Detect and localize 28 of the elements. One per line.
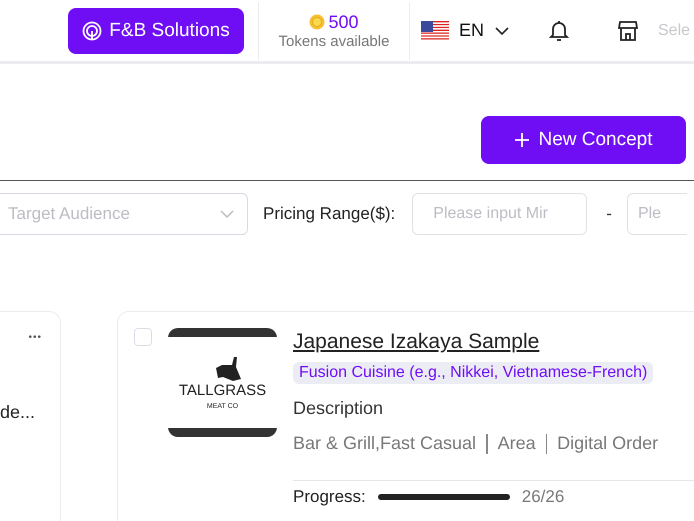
pricing-range-label: Pricing Range($):	[263, 204, 396, 224]
concept-attribute: Digital Order	[557, 433, 658, 454]
chevron-down-icon[interactable]	[494, 26, 510, 36]
min-price-input[interactable]: Please input Mir	[412, 193, 588, 235]
token-count: 500	[328, 12, 359, 32]
store-icon[interactable]	[616, 18, 640, 42]
more-options-button[interactable]: •••	[28, 332, 42, 343]
chevron-down-icon	[219, 209, 235, 219]
description-label: Description	[293, 398, 384, 419]
radar-icon	[82, 20, 102, 40]
plus-icon	[514, 132, 530, 148]
us-flag-icon	[421, 20, 449, 40]
range-separator: -	[606, 204, 612, 224]
concept-title[interactable]: Japanese Izakaya Sample	[293, 330, 540, 354]
tokens-label: Tokens available	[278, 32, 390, 50]
brand-button[interactable]: F&B Solutions	[68, 8, 244, 54]
cuisine-tag: Fusion Cuisine (e.g., Nikkei, Vietnamese-French)	[293, 362, 654, 384]
concept-attribute: Bar & Grill,Fast Casual	[293, 433, 476, 454]
max-price-input[interactable]: Ple	[626, 193, 687, 235]
progress-reading: 26/26	[522, 487, 564, 507]
language-selector[interactable]: EN	[459, 20, 484, 41]
progress-label: Progress:	[293, 487, 366, 507]
card-text: de...	[0, 402, 36, 423]
concept-attribute: Area	[498, 433, 536, 454]
notification-bell-icon[interactable]	[547, 18, 571, 42]
new-concept-button[interactable]: New Concept	[481, 116, 686, 164]
coin-icon	[309, 14, 326, 30]
select-checkbox[interactable]	[134, 328, 152, 346]
